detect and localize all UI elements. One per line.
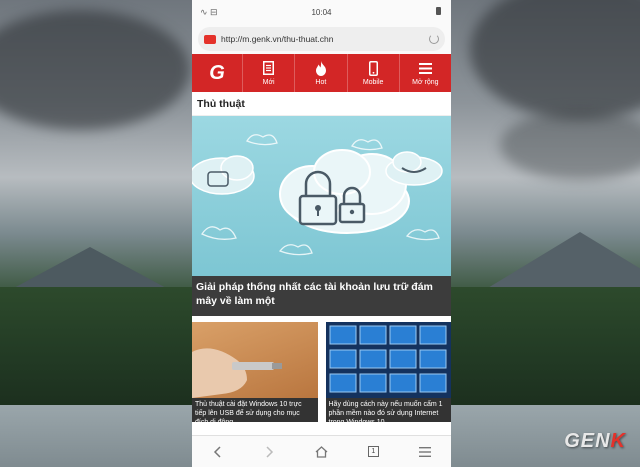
forward-button[interactable] xyxy=(255,440,285,464)
home-icon xyxy=(315,445,328,458)
article-card[interactable]: Hãy dùng cách này nếu muốn cấm 1 phần mề… xyxy=(325,322,451,422)
nav-item-hot[interactable]: Hot xyxy=(294,54,346,92)
home-button[interactable] xyxy=(306,440,336,464)
nav-item-mo-rong[interactable]: Mở rộng xyxy=(398,54,451,92)
article-title[interactable]: Thủ thuật cài đặt Windows 10 trực tiếp l… xyxy=(195,400,315,422)
section-title: Thủ thuật xyxy=(192,92,451,116)
url-field[interactable]: http://m.genk.vn/thu-thuat.chn xyxy=(198,27,445,51)
windows-grid-illustration xyxy=(329,325,446,393)
tabs-button[interactable]: 1 xyxy=(358,440,388,464)
phone-icon xyxy=(368,60,378,76)
address-bar: http://m.genk.vn/thu-thuat.chn xyxy=(192,24,451,54)
phone-screen: ∿ ⊟ 10:04 http://m.genk.vn/thu-thuat.chn… xyxy=(192,0,451,467)
status-time: 10:04 xyxy=(311,8,332,17)
site-nav: G Mới Hot Mobile Mở rộng xyxy=(192,54,451,92)
article-thumbnail[interactable] xyxy=(325,322,451,398)
menu-button[interactable] xyxy=(410,440,440,464)
url-text[interactable]: http://m.genk.vn/thu-thuat.chn xyxy=(221,34,429,44)
battery-icon xyxy=(436,7,441,15)
genk-logo[interactable]: G xyxy=(192,54,242,92)
nav-label: Mở rộng xyxy=(412,79,439,86)
nav-item-mobile[interactable]: Mobile xyxy=(346,54,399,92)
tab-count: 1 xyxy=(367,446,379,457)
genk-watermark: GENK xyxy=(564,430,626,452)
nav-label: Hot xyxy=(315,79,327,86)
flame-icon xyxy=(315,60,327,76)
featured-image[interactable] xyxy=(192,116,451,276)
hamburger-icon xyxy=(419,446,432,457)
site-favicon-icon xyxy=(204,34,216,44)
cloud-security-illustration xyxy=(192,134,443,256)
back-button[interactable] xyxy=(203,440,233,464)
article-grid: Thủ thuật cài đặt Windows 10 trực tiếp l… xyxy=(192,316,451,422)
nav-item-moi[interactable]: Mới xyxy=(242,54,294,92)
chevron-right-icon xyxy=(266,445,274,458)
nav-label: Mobile xyxy=(362,79,384,86)
featured-title[interactable]: Giải pháp thống nhất các tài khoản lưu t… xyxy=(196,280,447,308)
menu-icon xyxy=(418,60,432,76)
reload-icon[interactable] xyxy=(429,34,439,44)
article-thumbnail[interactable] xyxy=(192,322,318,398)
article-title[interactable]: Hãy dùng cách này nếu muốn cấm 1 phần mề… xyxy=(329,400,449,422)
nav-label: Mới xyxy=(262,79,275,86)
status-bar: ∿ ⊟ 10:04 xyxy=(192,0,451,24)
usb-hand-illustration xyxy=(192,348,282,398)
document-icon xyxy=(263,60,275,76)
article-card[interactable]: Thủ thuật cài đặt Windows 10 trực tiếp l… xyxy=(192,322,318,422)
browser-toolbar: 1 xyxy=(192,435,451,467)
chevron-left-icon xyxy=(214,445,221,458)
featured-article[interactable]: Giải pháp thống nhất các tài khoản lưu t… xyxy=(192,116,451,316)
